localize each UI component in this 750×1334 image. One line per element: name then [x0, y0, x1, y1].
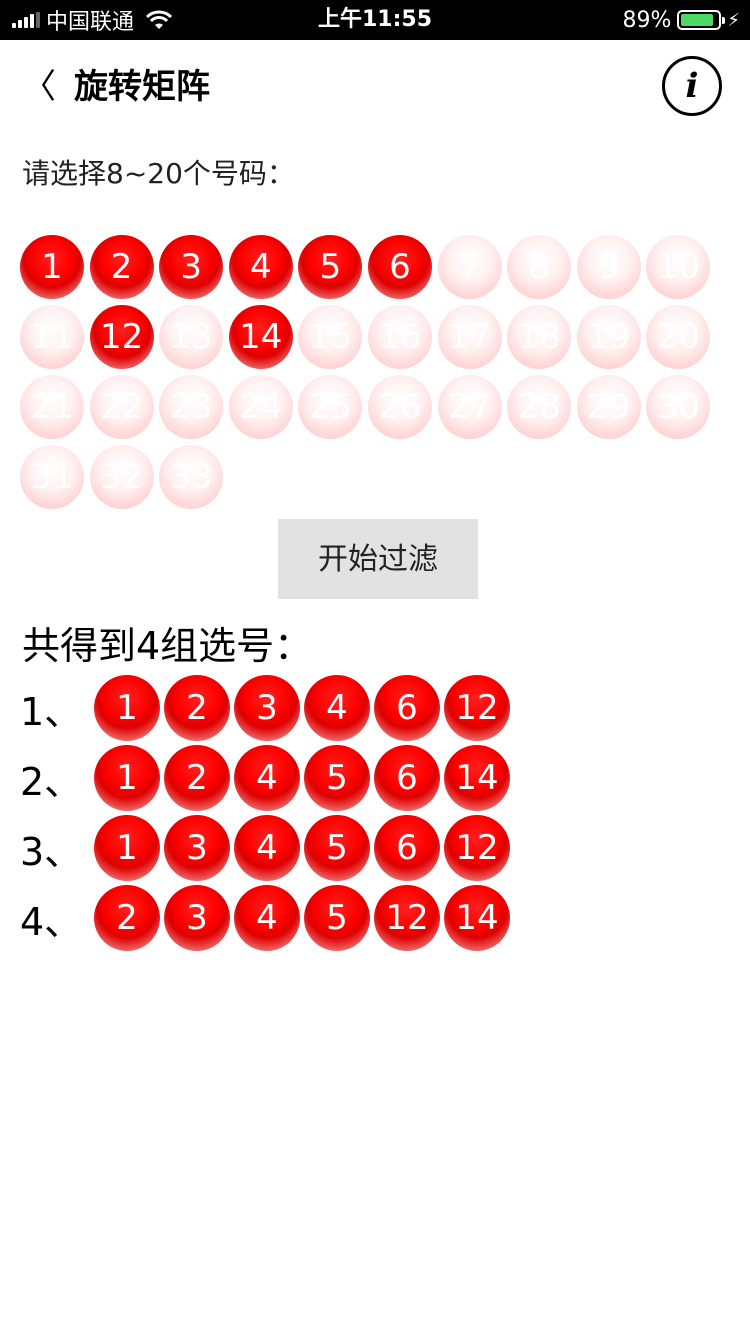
result-ball: 1: [94, 815, 160, 881]
result-index: 2、: [20, 760, 83, 804]
number-ball-7[interactable]: 7: [437, 235, 502, 299]
number-ball-11[interactable]: 11: [20, 305, 84, 369]
selection-prompt: 请选择8~20个号码：: [22, 157, 295, 190]
number-ball-16[interactable]: 16: [368, 305, 432, 369]
number-ball-22[interactable]: 22: [89, 375, 154, 439]
number-ball-30[interactable]: 30: [646, 375, 711, 439]
result-ball: 5: [304, 745, 370, 811]
result-row: 4、 2 3 4 5 12 14: [20, 885, 720, 951]
chevron-left-icon: 〈: [22, 67, 56, 107]
result-row: 3、 1 3 4 5 6 12: [20, 815, 720, 881]
result-ball: 5: [304, 885, 370, 951]
status-right: 89% ⚡: [622, 0, 740, 40]
result-ball: 14: [444, 885, 510, 951]
number-ball-26[interactable]: 26: [368, 375, 432, 439]
number-ball-21[interactable]: 21: [20, 375, 84, 439]
result-ball: 12: [444, 675, 510, 741]
number-ball-15[interactable]: 15: [298, 305, 363, 369]
number-ball-14[interactable]: 14: [228, 305, 293, 369]
result-ball: 12: [444, 815, 510, 881]
nav-bar: 〈 旋转矩阵 i: [0, 40, 750, 136]
number-ball-9[interactable]: 9: [576, 235, 641, 299]
number-ball-20[interactable]: 20: [646, 305, 711, 369]
result-row: 1、 1 2 3 4 6 12: [20, 675, 720, 741]
number-ball-32[interactable]: 32: [89, 445, 154, 509]
battery-level: [681, 14, 714, 26]
result-ball: 4: [234, 815, 300, 881]
result-title: 共得到4组选号：: [22, 624, 313, 668]
page-title: 旋转矩阵: [74, 67, 210, 107]
battery-percent: 89%: [622, 7, 672, 33]
number-ball-3[interactable]: 3: [159, 235, 224, 299]
result-ball: 1: [94, 745, 160, 811]
info-icon: i: [685, 66, 699, 106]
result-ball: 2: [94, 885, 160, 951]
number-ball-17[interactable]: 17: [437, 305, 502, 369]
result-index: 4、: [20, 900, 83, 944]
result-index: 3、: [20, 830, 83, 874]
number-ball-8[interactable]: 8: [507, 235, 572, 299]
result-index: 1、: [20, 690, 83, 734]
number-ball-4[interactable]: 4: [228, 235, 293, 299]
number-ball-27[interactable]: 27: [437, 375, 502, 439]
number-ball-18[interactable]: 18: [507, 305, 572, 369]
start-filter-button[interactable]: 开始过滤: [278, 519, 478, 599]
number-ball-2[interactable]: 2: [89, 235, 154, 299]
result-ball: 1: [94, 675, 160, 741]
result-ball: 14: [444, 745, 510, 811]
number-ball-1[interactable]: 1: [20, 235, 84, 299]
result-ball: 5: [304, 815, 370, 881]
result-ball: 2: [164, 745, 230, 811]
result-ball: 4: [234, 745, 300, 811]
result-ball: 4: [304, 675, 370, 741]
number-ball-12[interactable]: 12: [89, 305, 154, 369]
number-ball-13[interactable]: 13: [159, 305, 224, 369]
result-ball: 12: [374, 885, 440, 951]
number-ball-19[interactable]: 19: [576, 305, 641, 369]
charging-icon: ⚡: [727, 9, 740, 31]
battery-icon: [677, 10, 726, 30]
status-bar: 中国联通 上午11:55 89% ⚡: [0, 0, 750, 40]
info-button[interactable]: i: [662, 56, 722, 116]
result-ball: 4: [234, 885, 300, 951]
number-ball-31[interactable]: 31: [20, 445, 84, 509]
number-ball-29[interactable]: 29: [576, 375, 641, 439]
number-ball-6[interactable]: 6: [368, 235, 432, 299]
number-ball-5[interactable]: 5: [298, 235, 363, 299]
result-ball: 3: [234, 675, 300, 741]
number-ball-24[interactable]: 24: [228, 375, 293, 439]
result-ball: 6: [374, 675, 440, 741]
result-ball: 2: [164, 675, 230, 741]
number-ball-25[interactable]: 25: [298, 375, 363, 439]
number-ball-28[interactable]: 28: [507, 375, 572, 439]
number-ball-23[interactable]: 23: [159, 375, 224, 439]
back-button[interactable]: 〈: [22, 62, 62, 112]
number-ball-33[interactable]: 33: [159, 445, 224, 509]
result-ball: 6: [374, 815, 440, 881]
result-ball: 6: [374, 745, 440, 811]
result-ball: 3: [164, 885, 230, 951]
result-row: 2、 1 2 4 5 6 14: [20, 745, 720, 811]
number-ball-10[interactable]: 10: [646, 235, 711, 299]
result-ball: 3: [164, 815, 230, 881]
